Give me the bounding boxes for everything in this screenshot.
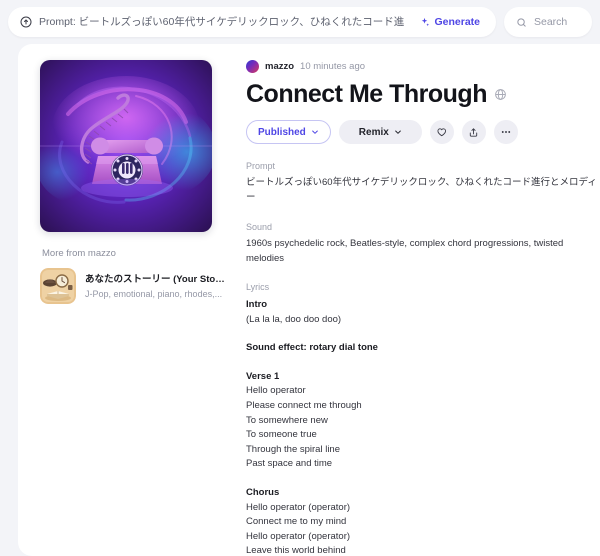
prompt-text: Prompt: ビートルズっぽい60年代サイケデリックロック、ひねくれたコード進…: [39, 16, 405, 28]
lyric-heading: Chorus: [246, 486, 280, 498]
generate-label: Generate: [434, 16, 480, 28]
share-upload-icon: [468, 127, 479, 138]
prompt-section-label: Prompt: [246, 161, 276, 171]
sound-section: Sound 1960s psychedelic rock, Beatles-st…: [246, 221, 600, 266]
lyric-spacer: [246, 327, 600, 336]
lyric-line: Hello operator: [246, 385, 306, 397]
timestamp: 10 minutes ago: [300, 61, 366, 72]
prompt-bar[interactable]: Prompt: ビートルズっぽい60年代サイケデリックロック、ひねくれたコード進…: [8, 7, 496, 37]
lyric-line: Past space and time: [246, 458, 333, 470]
lyric-line: Hello operator (operator): [246, 501, 351, 513]
generate-button[interactable]: Generate: [411, 11, 488, 33]
lyric-line: Please connect me through: [246, 399, 362, 411]
lyric-block: Chorus Hello operator (operator) Connect m…: [246, 486, 600, 556]
lyric-heading: Verse 1: [246, 370, 280, 382]
prompt-section: Prompt ビートルズっぽい60年代サイケデリックロック、ひねくれたコード進行…: [246, 160, 600, 205]
lyric-spacer: [246, 472, 600, 481]
remix-label: Remix: [358, 126, 389, 138]
globe-icon: [494, 88, 507, 101]
list-item[interactable]: あなたのストーリー (Your Story) J-Pop, emotional,…: [40, 268, 226, 304]
sound-section-value: 1960s psychedelic rock, Beatles-style, c…: [246, 238, 564, 264]
published-dropdown-button[interactable]: Published: [246, 120, 331, 144]
lyrics-section: Lyrics Intro (La la la, doo doo doo) Sound…: [246, 281, 600, 556]
heart-icon: [436, 127, 447, 138]
avatar[interactable]: [246, 60, 259, 73]
track-info-column: mazzo 10 minutes ago Connect Me Through …: [246, 60, 600, 556]
lyric-spacer: [246, 356, 600, 365]
search-icon: [516, 17, 527, 28]
lyrics-section-label: Lyrics: [246, 282, 270, 292]
action-bar: Published Remix: [246, 120, 600, 144]
title-row: Connect Me Through: [246, 79, 600, 109]
lyric-line: Connect me to my mind: [246, 516, 347, 528]
lyrics-body: Intro (La la la, doo doo doo) Sound effect…: [246, 298, 600, 556]
lyric-block: Intro (La la la, doo doo doo): [246, 298, 600, 327]
ellipsis-icon: [500, 126, 512, 138]
like-button[interactable]: [429, 120, 454, 144]
lyric-line: To someone true: [246, 429, 317, 441]
cloud-upload-icon[interactable]: [20, 16, 32, 28]
album-art[interactable]: [40, 60, 212, 232]
more-options-button[interactable]: [493, 120, 518, 144]
lyric-line: Leave this world behind: [246, 545, 346, 556]
byline: mazzo 10 minutes ago: [246, 60, 600, 73]
prompt-section-value: ビートルズっぽい60年代サイケデリックロック、ひねくれたコード進行とメロディー: [246, 177, 597, 203]
page-title: Connect Me Through: [246, 80, 487, 108]
lyric-heading: Intro: [246, 299, 268, 310]
left-column: More from mazzo あなたのストーリー (Your Story) J…: [40, 60, 226, 556]
top-bar: Prompt: ビートルズっぽい60年代サイケデリックロック、ひねくれたコード進…: [0, 0, 600, 44]
song-thumbnail: [40, 268, 76, 304]
share-button[interactable]: [461, 120, 486, 144]
lyric-line: Through the spiral line: [246, 443, 340, 455]
track-detail-card: More from mazzo あなたのストーリー (Your Story) J…: [18, 44, 600, 556]
song-title: あなたのストーリー (Your Story): [85, 273, 226, 285]
author-name[interactable]: mazzo: [265, 61, 294, 72]
lyric-line: To somewhere new: [246, 414, 328, 426]
published-label: Published: [258, 126, 306, 138]
chevron-down-icon: [394, 128, 402, 136]
lyric-line: (La la la, doo doo doo): [246, 313, 342, 325]
lyric-line: Hello operator (operator): [246, 530, 351, 542]
lyric-block: Verse 1 Hello operator Please connect me t…: [246, 370, 600, 472]
sparkles-icon: [419, 17, 430, 28]
more-from-label: More from mazzo: [42, 248, 116, 259]
search-placeholder: Search: [534, 16, 568, 28]
chevron-down-icon: [311, 128, 319, 136]
sound-section-label: Sound: [246, 222, 273, 232]
song-tags: J-Pop, emotional, piano, rhodes,...: [85, 288, 223, 299]
lyric-heading: Sound effect: rotary dial tone: [246, 342, 378, 354]
lyric-block: Sound effect: rotary dial tone: [246, 341, 600, 356]
search-box[interactable]: Search: [504, 7, 592, 37]
remix-dropdown-button[interactable]: Remix: [338, 120, 422, 144]
